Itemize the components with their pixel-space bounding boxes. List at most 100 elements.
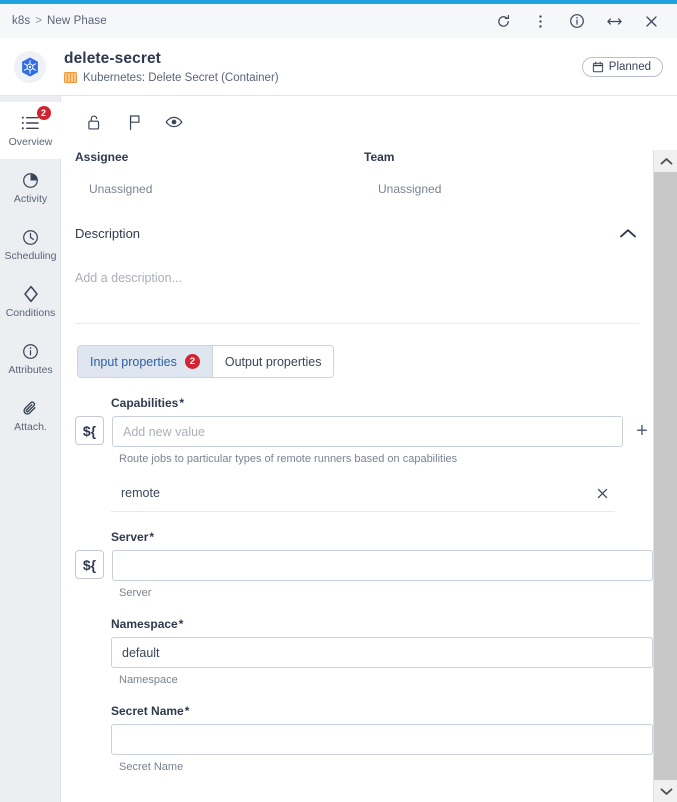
tab-label: Input properties [90, 354, 177, 369]
field-label-secret-name: Secret Name* [111, 704, 653, 718]
required-marker: * [184, 704, 190, 718]
section-divider [75, 323, 639, 324]
field-label-text: Secret Name [111, 704, 184, 718]
tab-badge: 2 [184, 354, 200, 369]
namespace-input[interactable] [111, 637, 653, 668]
secret-name-input[interactable] [111, 724, 653, 755]
scroll-down-icon[interactable] [654, 780, 677, 802]
scroll-up-icon[interactable] [654, 150, 677, 172]
required-marker: * [179, 396, 185, 410]
description-title: Description [75, 225, 141, 241]
field-server: Server* ${ Server [61, 530, 653, 599]
assignee-field: Assignee Unassigned [75, 150, 364, 196]
field-hint-namespace: Namespace [119, 674, 178, 686]
field-namespace: Namespace* Namespace [61, 617, 653, 686]
window-actions [493, 11, 665, 31]
sidebar-item-label: Attributes [8, 364, 53, 376]
field-label-text: Capabilities [111, 396, 179, 410]
required-marker: * [178, 617, 184, 631]
variable-button-capabilities[interactable]: ${ [75, 416, 104, 445]
tab-input-properties[interactable]: Input properties 2 [78, 346, 213, 377]
sidebar-item-activity[interactable]: Activity [0, 159, 61, 216]
field-hint-server: Server [119, 587, 152, 599]
capability-value: remote [121, 486, 160, 500]
variable-button-server[interactable]: ${ [75, 550, 104, 579]
assignee-value[interactable]: Unassigned [75, 182, 364, 196]
properties-tabs: Input properties 2 Output properties [77, 345, 335, 378]
application-window: k8s > New Phase delete-secret Kubernetes… [0, 0, 677, 802]
status-badge[interactable]: Planned [581, 56, 663, 77]
more-options-icon[interactable] [530, 11, 550, 31]
header-text-block: delete-secret Kubernetes: Delete Secret … [64, 49, 582, 84]
field-capabilities: Capabilities* ${ + Route jobs to particu… [61, 396, 653, 512]
required-marker: * [149, 530, 155, 544]
paperclip-icon [20, 398, 42, 418]
page-subtitle: Kubernetes: Delete Secret (Container) [83, 71, 279, 84]
scrollbar-track[interactable] [654, 172, 677, 780]
assignee-label: Assignee [75, 150, 129, 164]
eye-icon[interactable] [164, 112, 184, 132]
tab-label: Output properties [224, 354, 322, 369]
expand-icon[interactable] [604, 11, 624, 31]
breadcrumb[interactable]: k8s > New Phase [12, 15, 107, 27]
field-label-text: Namespace [111, 617, 178, 631]
sidebar-item-label: Overview [8, 136, 53, 148]
unlock-icon[interactable] [84, 112, 104, 132]
sidebar-item-label: Activity [13, 193, 48, 205]
sidebar-item-attributes[interactable]: Attributes [0, 330, 61, 387]
field-label-server: Server* [111, 530, 653, 544]
close-icon[interactable] [641, 11, 661, 31]
list-item: remote [111, 477, 615, 512]
field-hint-capabilities: Route jobs to particular types of remote… [119, 453, 458, 465]
pie-clock-icon [20, 170, 42, 190]
field-hint-secret-name: Secret Name [119, 761, 184, 773]
page-title: delete-secret [64, 50, 161, 67]
field-label-text: Server [111, 530, 149, 544]
description-header: Description [61, 196, 653, 244]
clock-icon [20, 227, 42, 247]
field-secret-name: Secret Name* Secret Name [61, 704, 653, 773]
sidebar-item-scheduling[interactable]: Scheduling [0, 216, 61, 273]
field-label-namespace: Namespace* [111, 617, 653, 631]
sidebar-item-conditions[interactable]: Conditions [0, 273, 61, 330]
list-icon: 2 [20, 106, 51, 133]
info-icon[interactable] [567, 11, 587, 31]
tab-output-properties[interactable]: Output properties [212, 346, 334, 377]
sidebar-item-label: Conditions [5, 307, 56, 319]
refresh-icon[interactable] [493, 11, 513, 31]
meta-row: Assignee Unassigned Team Unassigned [61, 144, 653, 196]
sidebar-item-overview[interactable]: 2 Overview [0, 102, 61, 159]
chevron-up-icon[interactable] [617, 222, 639, 244]
page-header: delete-secret Kubernetes: Delete Secret … [0, 38, 677, 96]
diamond-icon [20, 284, 42, 304]
team-field: Team Unassigned [364, 150, 653, 196]
content-area: Assignee Unassigned Team Unassigned Desc… [61, 96, 653, 802]
breadcrumb-root[interactable]: k8s [12, 15, 30, 27]
sidebar: 2 Overview Activity Scheduling Condition… [0, 96, 61, 802]
close-icon[interactable] [593, 484, 611, 502]
capabilities-value-list: remote [111, 477, 615, 512]
properties-form: Capabilities* ${ + Route jobs to particu… [61, 378, 653, 773]
sidebar-badge-overview: 2 [36, 106, 51, 120]
team-label: Team [364, 150, 395, 164]
sidebar-item-label: Scheduling [4, 250, 57, 262]
container-icon [64, 71, 77, 84]
description-input[interactable]: Add a description... [61, 244, 653, 285]
calendar-icon [592, 61, 603, 72]
server-select-wrap [112, 550, 653, 581]
add-capability-button[interactable]: + [631, 416, 653, 445]
info-icon [20, 341, 42, 361]
scrollbar-thumb[interactable] [654, 172, 677, 780]
titlebar: k8s > New Phase [0, 4, 677, 38]
sidebar-item-attachments[interactable]: Attach. [0, 387, 61, 444]
team-value[interactable]: Unassigned [364, 182, 653, 196]
kubernetes-logo-icon [14, 50, 46, 83]
status-badge-label: Planned [608, 60, 651, 73]
field-label-capabilities: Capabilities* [111, 396, 653, 410]
capabilities-input[interactable] [112, 416, 623, 447]
breadcrumb-current[interactable]: New Phase [47, 15, 107, 27]
server-select[interactable] [112, 550, 653, 581]
vertical-scrollbar[interactable] [653, 150, 677, 802]
breadcrumb-separator: > [35, 15, 43, 27]
flag-icon[interactable] [124, 112, 144, 132]
